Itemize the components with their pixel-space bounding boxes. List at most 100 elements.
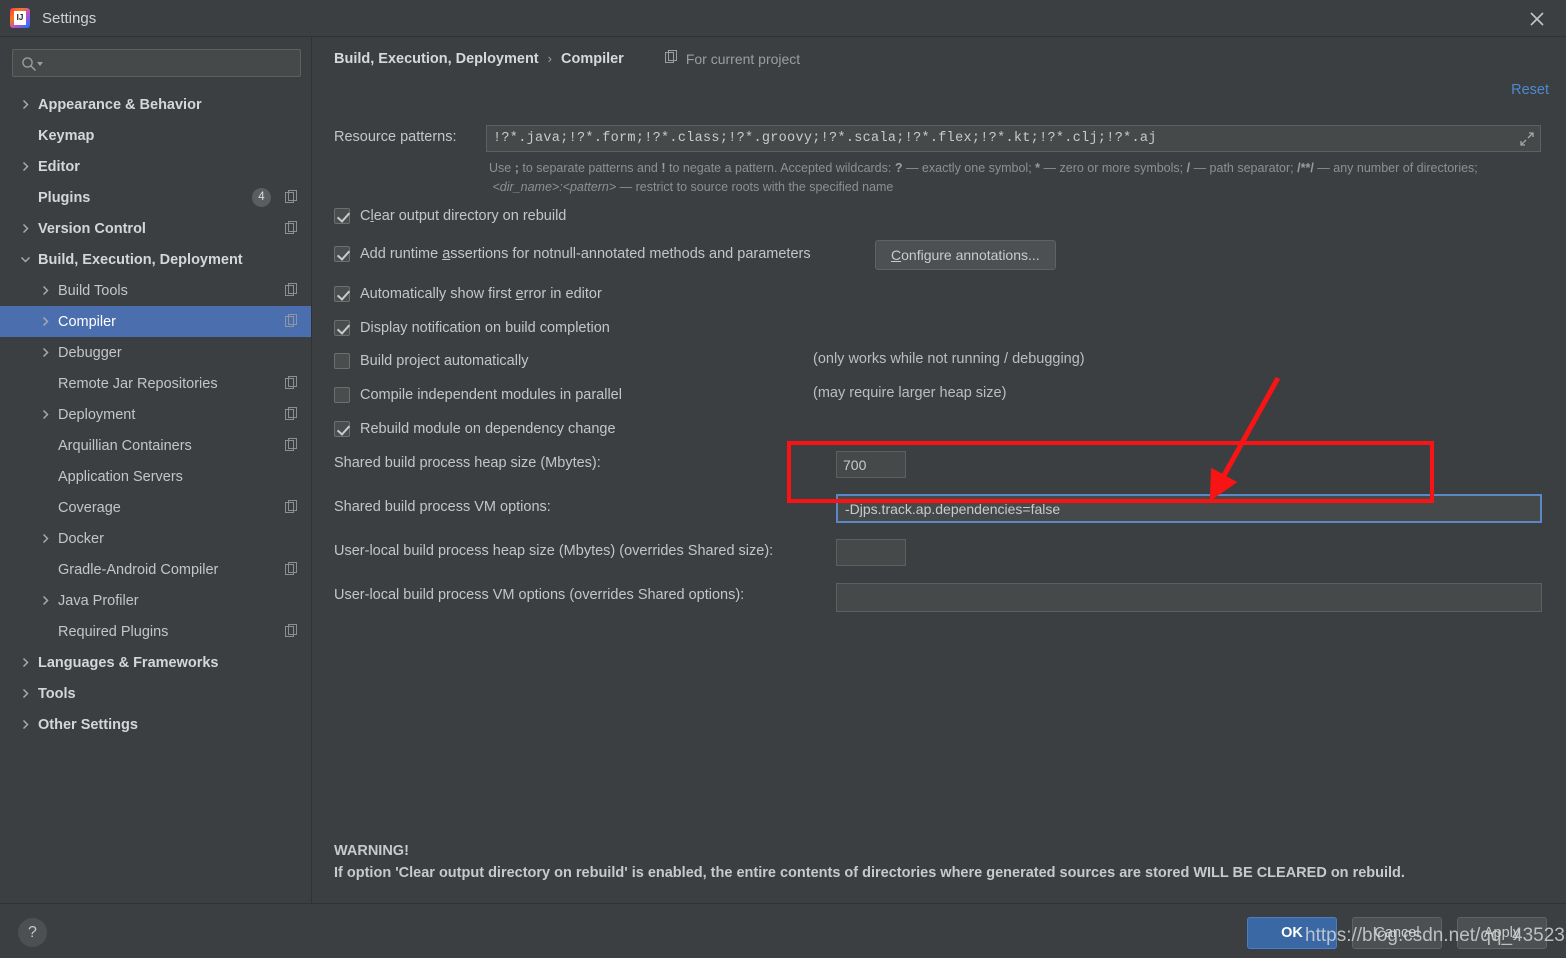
sidebar-item-label: Plugins — [38, 189, 91, 206]
sidebar-item-appearance-behavior[interactable]: Appearance & Behavior — [0, 89, 311, 120]
breadcrumb-parent[interactable]: Build, Execution, Deployment — [334, 51, 539, 67]
chevron-right-icon[interactable] — [38, 532, 52, 546]
resource-patterns-row: Resource patterns: — [313, 125, 1566, 153]
checkbox-label: Display notification on build completion — [360, 320, 610, 336]
checkbox-automatically-show-first-error-in-editor[interactable] — [334, 286, 350, 302]
user-local-heap-size-input[interactable] — [836, 539, 906, 566]
settings-tree: Appearance & Behavior Keymap Editor Plugins… — [0, 83, 311, 740]
ok-button[interactable]: OK — [1247, 917, 1337, 949]
apply-button[interactable]: Apply — [1457, 917, 1547, 949]
chevron-right-icon[interactable] — [18, 98, 32, 112]
shared-vm-options-input[interactable] — [836, 494, 1542, 523]
sidebar-item-label: Debugger — [58, 344, 122, 361]
checkbox-rebuild-module-on-dependency-change[interactable] — [334, 421, 350, 437]
sidebar-item-editor[interactable]: Editor — [0, 151, 311, 182]
sidebar-item-coverage[interactable]: Coverage — [0, 492, 311, 523]
chevron-right-icon[interactable] — [18, 687, 32, 701]
sidebar-item-keymap[interactable]: Keymap — [0, 120, 311, 151]
sidebar-item-gradle-android-compiler[interactable]: Gradle-Android Compiler — [0, 554, 311, 585]
warning-title: WARNING! — [334, 843, 409, 859]
sidebar-item-remote-jar-repositories[interactable]: Remote Jar Repositories — [0, 368, 311, 399]
checkbox-clear-output-directory-on-rebuild[interactable] — [334, 208, 350, 224]
checkbox-row-automatically-show-first-error-in-editor[interactable]: Automatically show first error in editor — [334, 283, 602, 305]
checkbox-display-notification-on-build-completion[interactable] — [334, 320, 350, 336]
checkbox-row-clear-output-directory-on-rebuild[interactable]: Clear output directory on rebuild — [334, 205, 566, 227]
checkbox-label: Compile independent modules in parallel — [360, 387, 622, 403]
sidebar-item-label: Gradle-Android Compiler — [58, 561, 219, 578]
window-title: Settings — [42, 9, 97, 27]
checkbox-compile-independent-modules-in-parallel[interactable] — [334, 387, 350, 403]
resource-patterns-field[interactable] — [486, 125, 1541, 152]
checkbox-add-runtime-assertions-for-notnull-annotated-methods-and-parameters[interactable] — [334, 246, 350, 262]
checkbox-label: Rebuild module on dependency change — [360, 421, 616, 437]
chevron-down-icon[interactable] — [18, 253, 32, 267]
checkbox-row-compile-independent-modules-in-parallel[interactable]: Compile independent modules in parallel — [334, 384, 622, 406]
chevron-right-icon[interactable] — [18, 160, 32, 174]
sidebar-item-other-settings[interactable]: Other Settings — [0, 709, 311, 740]
expand-icon[interactable] — [1517, 129, 1537, 149]
sidebar-item-debugger[interactable]: Debugger — [0, 337, 311, 368]
sidebar-item-label: Languages & Frameworks — [38, 654, 219, 671]
checkbox-label: Automatically show first error in editor — [360, 286, 602, 302]
sidebar-item-java-profiler[interactable]: Java Profiler — [0, 585, 311, 616]
breadcrumb-separator: › — [547, 51, 552, 66]
sidebar-item-application-servers[interactable]: Application Servers — [0, 461, 311, 492]
sidebar-item-label: Appearance & Behavior — [38, 96, 202, 113]
checkbox-row-build-project-automatically[interactable]: Build project automatically — [334, 350, 528, 372]
sidebar-item-label: Java Profiler — [58, 592, 139, 609]
breadcrumb: Build, Execution, Deployment › Compiler … — [334, 50, 800, 67]
chevron-right-icon[interactable] — [38, 346, 52, 360]
sidebar-item-arquillian-containers[interactable]: Arquillian Containers — [0, 430, 311, 461]
search-icon — [21, 56, 37, 72]
checkbox-row-add-runtime-assertions-for-notnull-annotated-methods-and-parameters[interactable]: Add runtime assertions for notnull-annot… — [334, 243, 811, 265]
sidebar-item-languages-frameworks[interactable]: Languages & Frameworks — [0, 647, 311, 678]
chevron-right-icon[interactable] — [18, 718, 32, 732]
resource-patterns-input[interactable] — [493, 127, 1517, 150]
chevron-right-icon[interactable] — [38, 284, 52, 298]
project-scope-icon — [285, 283, 299, 297]
sidebar-item-build-execution-deployment[interactable]: Build, Execution, Deployment — [0, 244, 311, 275]
sidebar-item-label: Tools — [38, 685, 76, 702]
configure-annotations-button[interactable]: Configure annotations... — [875, 240, 1056, 270]
user-local-vm-options-label: User-local build process VM options (ove… — [334, 587, 745, 603]
sidebar-item-build-tools[interactable]: Build Tools — [0, 275, 311, 306]
sidebar-item-tools[interactable]: Tools — [0, 678, 311, 709]
breadcrumb-current: Compiler — [560, 50, 624, 67]
sidebar-item-version-control[interactable]: Version Control — [0, 213, 311, 244]
chevron-right-icon[interactable] — [38, 315, 52, 329]
project-scope-icon — [664, 50, 679, 67]
shared-heap-size-input[interactable] — [836, 451, 906, 478]
sidebar-item-label: Arquillian Containers — [58, 437, 192, 454]
chevron-right-icon[interactable] — [38, 408, 52, 422]
sidebar-item-label: Remote Jar Repositories — [58, 375, 218, 392]
search-filter-chevron-down-icon[interactable] — [37, 62, 43, 66]
sidebar-item-label: Build Tools — [58, 282, 128, 299]
chevron-right-icon[interactable] — [18, 222, 32, 236]
reset-link[interactable]: Reset — [1511, 82, 1549, 98]
search-box[interactable] — [12, 49, 301, 77]
close-icon[interactable] — [1526, 8, 1548, 30]
checkbox-build-project-automatically[interactable] — [334, 353, 350, 369]
sidebar-item-deployment[interactable]: Deployment — [0, 399, 311, 430]
sidebar-item-label: Application Servers — [58, 468, 183, 485]
cancel-button[interactable]: Cancel — [1352, 917, 1442, 949]
chevron-right-icon[interactable] — [38, 594, 52, 608]
sidebar-item-docker[interactable]: Docker — [0, 523, 311, 554]
configure-annotations-label: onfigure annotations... — [901, 247, 1040, 263]
sidebar-item-required-plugins[interactable]: Required Plugins — [0, 616, 311, 647]
project-scope-icon — [285, 190, 299, 204]
sidebar-item-compiler[interactable]: Compiler — [0, 306, 311, 337]
sidebar-item-label: Build, Execution, Deployment — [38, 251, 243, 268]
user-local-vm-options-input[interactable] — [836, 583, 1542, 612]
checkbox-row-rebuild-module-on-dependency-change[interactable]: Rebuild module on dependency change — [334, 418, 616, 440]
settings-dialog: Settings Appearance & Behavior Keymap Edit… — [0, 0, 1566, 958]
help-button[interactable]: ? — [18, 918, 47, 947]
chevron-right-icon[interactable] — [18, 656, 32, 670]
sidebar-item-plugins[interactable]: Plugins 4 — [0, 182, 311, 213]
search-input[interactable] — [45, 50, 285, 76]
checkbox-row-display-notification-on-build-completion[interactable]: Display notification on build completion — [334, 317, 610, 339]
settings-sidebar: Appearance & Behavior Keymap Editor Plugins… — [0, 37, 312, 903]
shared-vm-options-label: Shared build process VM options: — [334, 499, 551, 515]
checkbox-label: Build project automatically — [360, 353, 529, 369]
project-scope-icon — [285, 314, 299, 328]
